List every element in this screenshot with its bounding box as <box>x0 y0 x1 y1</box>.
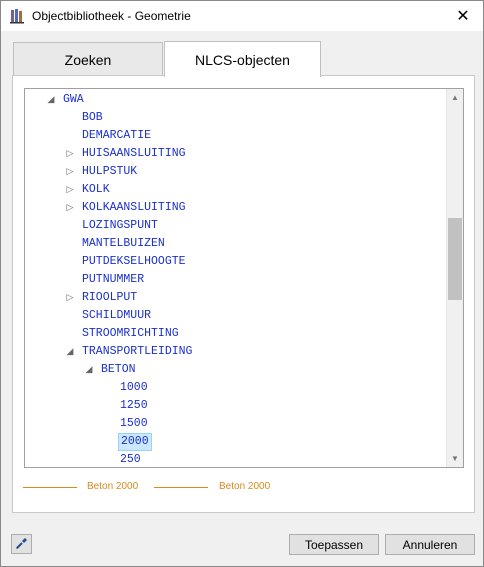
close-button[interactable]: ✕ <box>443 1 483 31</box>
tree-item[interactable]: ▷ HUISAANSLUITING <box>25 145 445 163</box>
tree-item-label: 1000 <box>120 381 148 394</box>
tree-item-label: DEMARCATIE <box>82 129 152 142</box>
title-bar: Objectbibliotheek - Geometrie ✕ <box>1 1 483 31</box>
tree-item-label: PUTNUMMER <box>82 273 145 286</box>
tree-item[interactable]: ◢ BETON <box>25 361 445 379</box>
tab-label: Zoeken <box>64 51 112 68</box>
tree-item-label: STROOMRICHTING <box>82 327 179 340</box>
dialog-window: Objectbibliotheek - Geometrie ✕ Zoeken N… <box>0 0 484 567</box>
object-tree[interactable]: ◢ GWA BOB DEMARCATIE ▷ HUISAANSLUITING ▷ HULPST… <box>24 88 464 468</box>
tree-item[interactable]: PUTDEKSELHOOGTE <box>25 253 445 271</box>
legend-line <box>154 487 208 488</box>
tree-item[interactable]: 1000 <box>25 379 445 397</box>
tree-item-label: SCHILDMUUR <box>82 309 152 322</box>
legend-label: Beton 2000 <box>219 481 271 492</box>
expand-icon[interactable]: ▷ <box>65 145 75 163</box>
tree-item[interactable]: PUTNUMMER <box>25 271 445 289</box>
tree-item[interactable]: 1250 <box>25 397 445 415</box>
tree-item[interactable]: LOZINGSPUNT <box>25 217 445 235</box>
tab-panel: ◢ GWA BOB DEMARCATIE ▷ HUISAANSLUITING ▷ HULPST… <box>12 75 475 513</box>
tree-item[interactable]: ▷ KOLKAANSLUITING <box>25 199 445 217</box>
tree-item-label: TRANSPORTLEIDING <box>82 345 193 358</box>
cancel-button[interactable]: Annuleren <box>385 534 475 555</box>
scroll-down-icon[interactable]: ▼ <box>447 450 463 467</box>
scroll-thumb[interactable] <box>448 218 462 300</box>
apply-button[interactable]: Toepassen <box>289 534 379 555</box>
tree-item-label: GWA <box>63 93 84 106</box>
tree-item[interactable]: SCHILDMUUR <box>25 307 445 325</box>
tree-item[interactable]: MANTELBUIZEN <box>25 235 445 253</box>
tree-item[interactable]: BOB <box>25 109 445 127</box>
tree-item-label: HUISAANSLUITING <box>82 147 186 160</box>
tree-item-label: BOB <box>82 111 103 124</box>
tree-item-label: 2000 <box>118 433 152 451</box>
tree-item-label: RIOOLPUT <box>82 291 138 304</box>
tree-item[interactable]: ◢ TRANSPORTLEIDING <box>25 343 445 361</box>
scroll-up-icon[interactable]: ▲ <box>447 89 463 106</box>
window-title: Objectbibliotheek - Geometrie <box>32 9 191 23</box>
collapse-icon[interactable]: ◢ <box>84 361 94 379</box>
collapse-icon[interactable]: ◢ <box>46 91 56 109</box>
tree-item[interactable]: 1500 <box>25 415 445 433</box>
pick-style-button[interactable] <box>11 534 32 554</box>
tab-label: NLCS-objecten <box>195 51 290 68</box>
tree-item[interactable]: STROOMRICHTING <box>25 325 445 343</box>
tab-nlcs-objecten[interactable]: NLCS-objecten <box>164 41 321 77</box>
expand-icon[interactable]: ▷ <box>65 163 75 181</box>
tree-item[interactable]: ▷ RIOOLPUT <box>25 289 445 307</box>
tree-item-label: KOLK <box>82 183 110 196</box>
tree-item-label: HULPSTUK <box>82 165 138 178</box>
tree-item[interactable]: ▷ KOLK <box>25 181 445 199</box>
tree-item-label: 1250 <box>120 399 148 412</box>
expand-icon[interactable]: ▷ <box>65 289 75 307</box>
tree-item[interactable]: 250 <box>25 451 445 467</box>
collapse-icon[interactable]: ◢ <box>65 343 75 361</box>
tree-item[interactable]: 2000 <box>25 433 445 451</box>
tree-item-label: 250 <box>120 453 141 466</box>
expand-icon[interactable]: ▷ <box>65 199 75 217</box>
expand-icon[interactable]: ▷ <box>65 181 75 199</box>
tree-item[interactable]: ▷ HULPSTUK <box>25 163 445 181</box>
tree-item-label: 1500 <box>120 417 148 430</box>
tree-item[interactable]: ◢ GWA <box>25 91 445 109</box>
legend-line <box>23 487 77 488</box>
legend-label: Beton 2000 <box>87 481 139 492</box>
vertical-scrollbar[interactable]: ▲ ▼ <box>446 89 463 467</box>
eyedropper-icon <box>15 536 29 553</box>
tree-item[interactable]: DEMARCATIE <box>25 127 445 145</box>
tree-item-label: KOLKAANSLUITING <box>82 201 186 214</box>
tab-zoeken[interactable]: Zoeken <box>13 42 163 76</box>
tree-item-label: LOZINGSPUNT <box>82 219 158 232</box>
style-legend: Beton 2000 Beton 2000 <box>23 479 463 497</box>
tree-item-label: MANTELBUIZEN <box>82 237 165 250</box>
close-icon: ✕ <box>456 8 470 25</box>
tree-item-label: PUTDEKSELHOOGTE <box>82 255 186 268</box>
library-books-icon <box>10 8 26 24</box>
tree-item-label: BETON <box>101 363 136 376</box>
